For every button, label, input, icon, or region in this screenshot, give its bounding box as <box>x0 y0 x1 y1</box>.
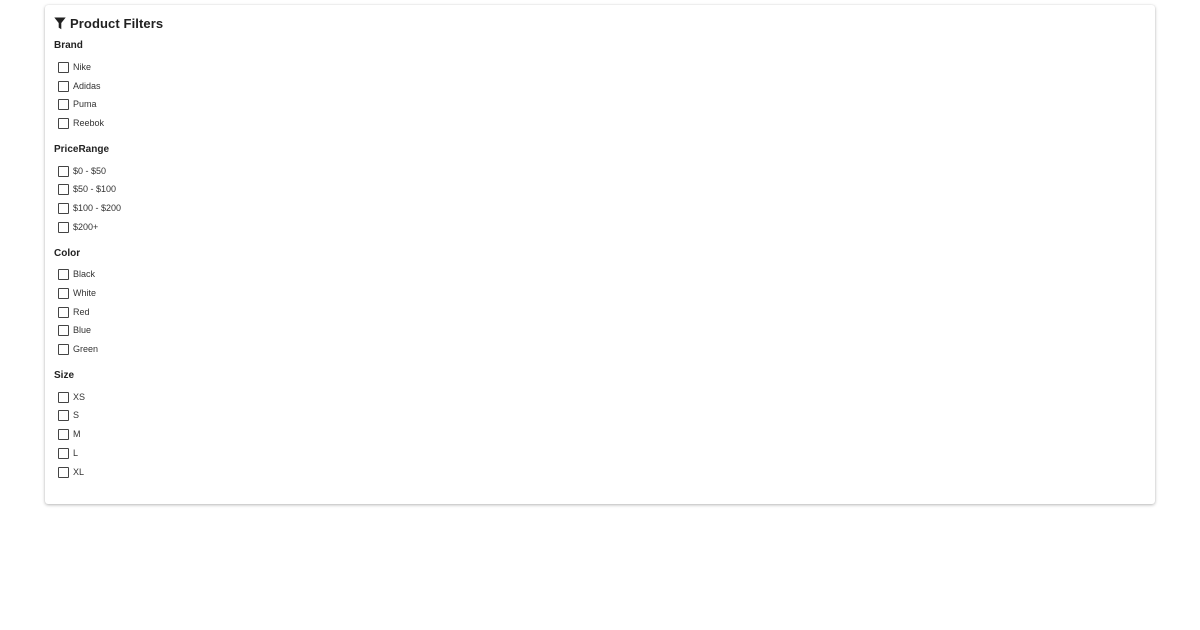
checkbox[interactable] <box>58 306 69 318</box>
filter-option[interactable]: $50 - $100 <box>54 180 1146 199</box>
checkbox[interactable] <box>58 447 69 459</box>
filter-option[interactable]: M <box>54 425 1146 444</box>
filter-option[interactable]: XS <box>54 388 1146 407</box>
filter-option[interactable]: S <box>54 407 1146 426</box>
checkbox[interactable] <box>58 429 69 441</box>
filter-option[interactable]: Green <box>54 340 1146 359</box>
section-title-size: Size <box>54 369 75 381</box>
option-label: White <box>73 288 97 299</box>
filter-option[interactable]: Reebok <box>54 114 1146 133</box>
panel-header: Product Filters <box>54 15 1146 31</box>
option-label: $50 - $100 <box>73 184 117 195</box>
option-label: Nike <box>73 61 92 72</box>
filter-option[interactable]: White <box>54 284 1146 303</box>
option-label: Red <box>73 306 90 317</box>
checkbox[interactable] <box>58 410 69 422</box>
filter-option[interactable]: Black <box>54 266 1146 285</box>
checkbox[interactable] <box>58 99 69 111</box>
checkbox[interactable] <box>58 165 69 177</box>
checkbox[interactable] <box>58 117 69 129</box>
filter-option[interactable]: XL <box>54 463 1146 482</box>
checkbox[interactable] <box>58 325 69 337</box>
checkbox[interactable] <box>58 221 69 233</box>
filter-section-price-range: PriceRange $0 - $50 $50 - $100 $100 - $2… <box>54 144 1146 237</box>
option-label: Black <box>73 269 96 280</box>
section-title-brand: Brand <box>54 40 83 51</box>
checkbox[interactable] <box>58 184 69 196</box>
panel-title: Product Filters <box>70 15 164 31</box>
filter-option[interactable]: Puma <box>54 95 1146 114</box>
option-label: Puma <box>73 99 97 110</box>
filter-section-color: Color Black White Red Blue Green <box>54 248 1146 359</box>
option-label: L <box>73 447 79 458</box>
filter-icon <box>54 17 66 30</box>
filter-section-brand: Brand Nike Adidas Puma Reebok <box>54 40 1146 133</box>
filter-option[interactable]: Nike <box>54 58 1146 77</box>
checkbox[interactable] <box>58 269 69 281</box>
checkbox[interactable] <box>58 344 69 356</box>
section-title-price-range: PriceRange <box>54 143 110 155</box>
option-label: XS <box>73 391 86 402</box>
filter-option[interactable]: Blue <box>54 322 1146 341</box>
option-label: Green <box>73 344 99 355</box>
filter-option[interactable]: $0 - $50 <box>54 162 1146 181</box>
checkbox[interactable] <box>58 61 69 73</box>
option-label: Blue <box>73 325 92 336</box>
option-label: $100 - $200 <box>73 202 122 213</box>
product-filters-panel: Product Filters Brand Nike Adidas Puma R… <box>45 5 1155 504</box>
filter-option[interactable]: Red <box>54 303 1146 322</box>
checkbox[interactable] <box>58 80 69 92</box>
option-label: Adidas <box>73 80 101 91</box>
checkbox[interactable] <box>58 391 69 403</box>
option-label: $200+ <box>73 221 99 232</box>
option-label: XL <box>73 466 85 477</box>
filter-section-size: Size XS S M L XL <box>54 370 1146 481</box>
filter-option[interactable]: $200+ <box>54 218 1146 237</box>
option-label: M <box>73 429 81 440</box>
filter-option[interactable]: $100 - $200 <box>54 199 1146 218</box>
checkbox[interactable] <box>58 202 69 214</box>
option-label: Reebok <box>73 117 105 128</box>
option-label: S <box>73 410 80 421</box>
checkbox[interactable] <box>58 466 69 478</box>
section-title-color: Color <box>54 247 81 259</box>
filter-option[interactable]: Adidas <box>54 77 1146 96</box>
filter-option[interactable]: L <box>54 444 1146 463</box>
checkbox[interactable] <box>58 288 69 300</box>
option-label: $0 - $50 <box>73 165 107 176</box>
